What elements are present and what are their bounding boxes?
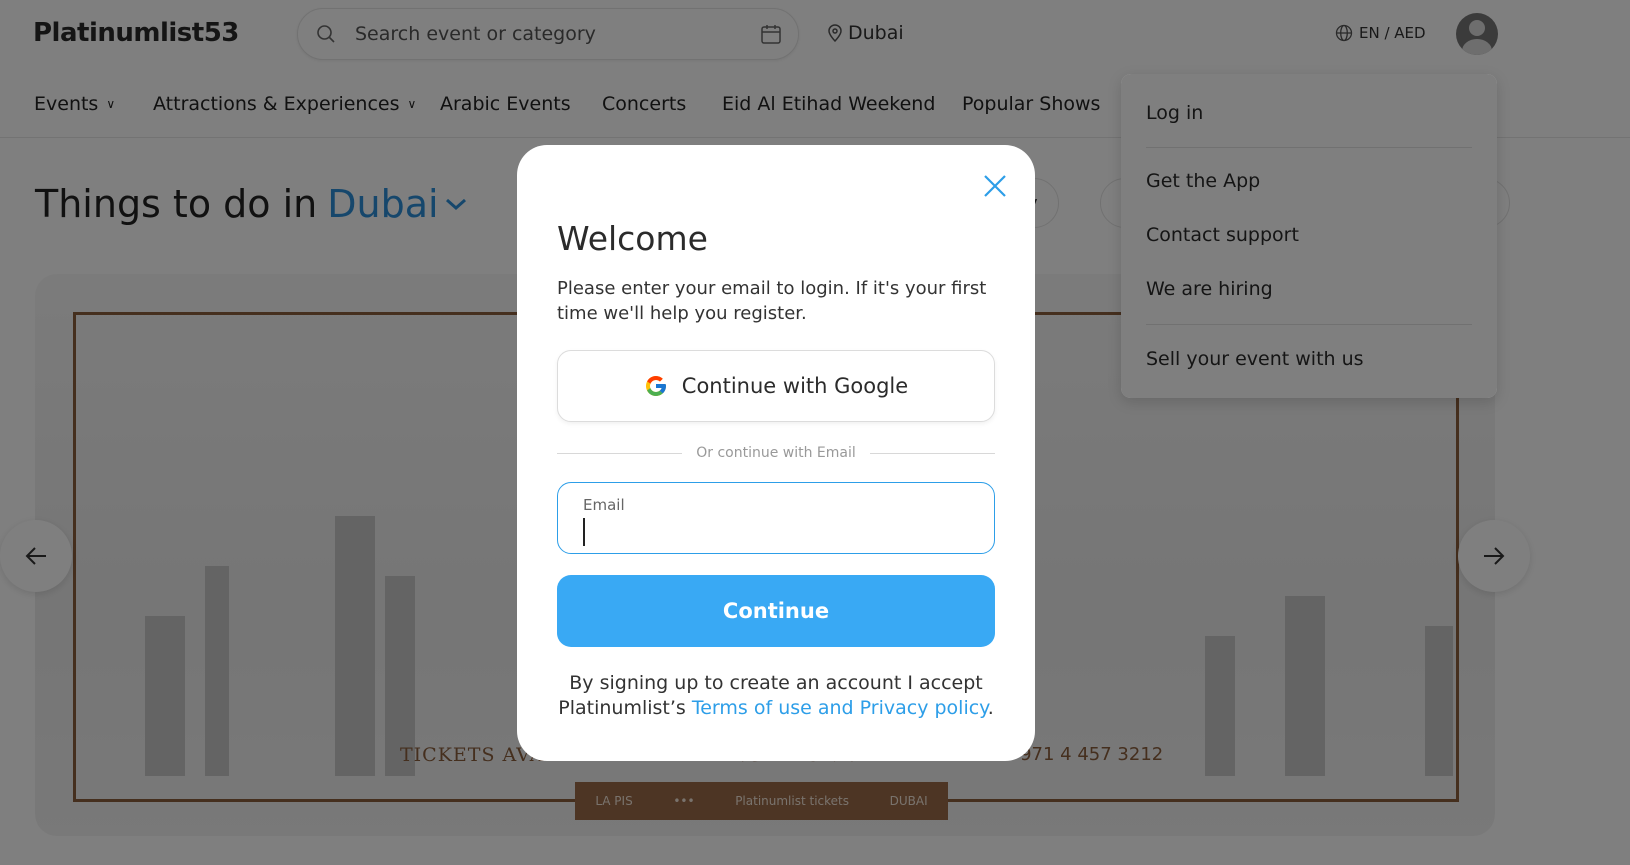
separator-line: [869, 452, 996, 454]
login-modal: Welcome Please enter your email to login…: [517, 145, 1035, 761]
google-button-label: Continue with Google: [681, 374, 909, 398]
modal-title: Welcome: [557, 219, 708, 258]
google-icon: [645, 376, 666, 396]
separator-text: Or continue with Email: [696, 445, 856, 461]
email-field[interactable]: Email: [557, 482, 995, 554]
email-label: Email: [583, 496, 625, 514]
text-cursor: [583, 518, 585, 546]
google-login-button[interactable]: Continue with Google: [557, 350, 995, 422]
continue-button[interactable]: Continue: [557, 575, 995, 647]
modal-description: Please enter your email to login. If it'…: [557, 278, 987, 324]
terms-text: By signing up to create an account I acc…: [557, 671, 995, 721]
continue-button-label: Continue: [722, 599, 830, 623]
menu-dim: [1121, 74, 1497, 398]
close-icon[interactable]: [982, 173, 1008, 199]
separator-line: [557, 452, 683, 454]
terms-suffix: .: [987, 697, 994, 719]
separator: Or continue with Email: [557, 443, 996, 463]
terms-link[interactable]: Terms of use and Privacy policy: [692, 697, 988, 719]
